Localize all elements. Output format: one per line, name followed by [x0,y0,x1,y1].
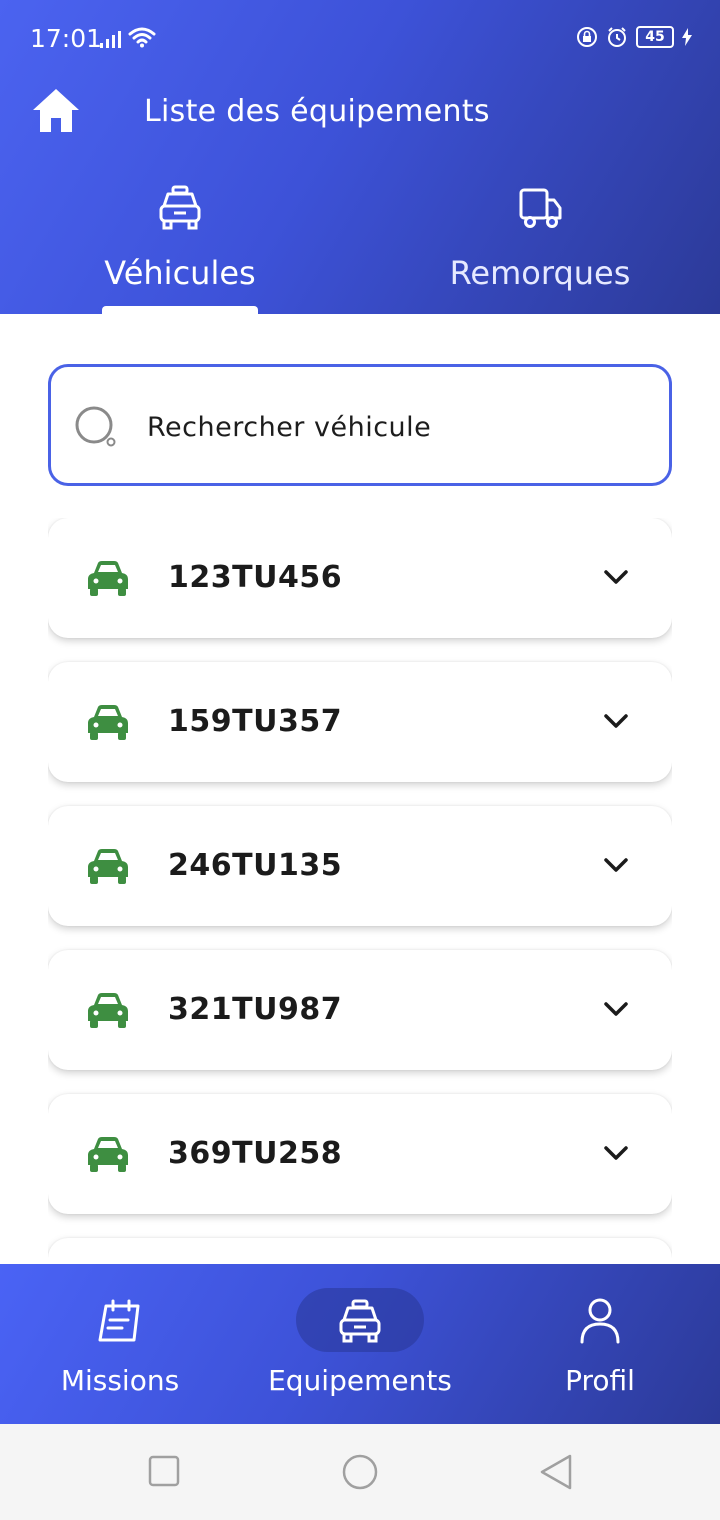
chevron-down-icon[interactable] [604,568,628,586]
chevron-down-icon[interactable] [604,1000,628,1018]
nav-label: Profil [565,1364,635,1397]
vehicle-card[interactable]: 369TU258 [48,1094,672,1214]
status-time: 17:01 [30,24,103,53]
car-icon [88,705,128,740]
vehicle-plate: 159TU357 [168,704,343,739]
chevron-down-icon[interactable] [604,856,628,874]
app-header: 17:01 45 Liste des équipements Véhicules… [0,0,720,314]
status-bar: 17:01 45 [0,0,720,78]
car-front-icon [339,1299,381,1343]
chevron-down-icon[interactable] [604,712,628,730]
nav-equipements[interactable]: Equipements [240,1264,480,1424]
recents-button[interactable] [148,1454,180,1488]
bottom-nav: Missions Equipements Profil [0,1264,720,1424]
active-tab-indicator [102,306,258,314]
vehicle-plate: 123TU456 [168,560,343,595]
car-icon [88,993,128,1028]
signal-icon [100,31,121,48]
battery-indicator: 45 [636,26,674,48]
vehicle-plate: 369TU258 [168,1136,343,1171]
car-icon [88,561,128,596]
page-title: Liste des équipements [144,94,490,129]
system-nav-bar [0,1424,720,1520]
tab-vehicules[interactable]: Véhicules [0,182,360,314]
tab-label: Remorques [449,254,631,292]
tab-label: Véhicules [104,254,256,292]
vehicle-plate: 246TU135 [168,848,343,883]
vehicle-card[interactable]: 123TU456 [48,518,672,638]
truck-icon [519,188,562,228]
status-right: 45 [576,26,692,48]
vehicle-card[interactable]: 321TU987 [48,950,672,1070]
nav-label: Equipements [268,1364,452,1397]
car-front-icon [159,185,201,230]
wifi-icon [128,27,156,48]
chevron-down-icon[interactable] [604,1144,628,1162]
vehicle-list: 123TU456 159TU357 246TU135 321TU987 369T… [48,518,672,1264]
search-input[interactable] [147,405,627,449]
tab-remorques[interactable]: Remorques [360,182,720,314]
search-icon [75,406,116,447]
nav-profil[interactable]: Profil [480,1264,720,1424]
vehicle-card[interactable]: 246TU135 [48,806,672,926]
car-icon [88,849,128,884]
calendar-icon [98,1299,140,1342]
back-button[interactable] [538,1454,574,1490]
nav-missions[interactable]: Missions [0,1264,240,1424]
home-nav-button[interactable] [340,1454,380,1490]
search-box[interactable] [48,364,672,486]
vehicle-plate: 321TU987 [168,992,343,1027]
user-icon [580,1298,620,1344]
vehicle-card-partial[interactable] [48,1238,672,1264]
charging-icon [682,28,692,46]
car-icon [88,1137,128,1172]
alarm-icon [608,27,626,47]
lock-rotation-icon [577,27,597,47]
nav-label: Missions [60,1364,180,1397]
vehicle-card[interactable]: 159TU357 [48,662,672,782]
home-icon[interactable] [30,86,82,136]
